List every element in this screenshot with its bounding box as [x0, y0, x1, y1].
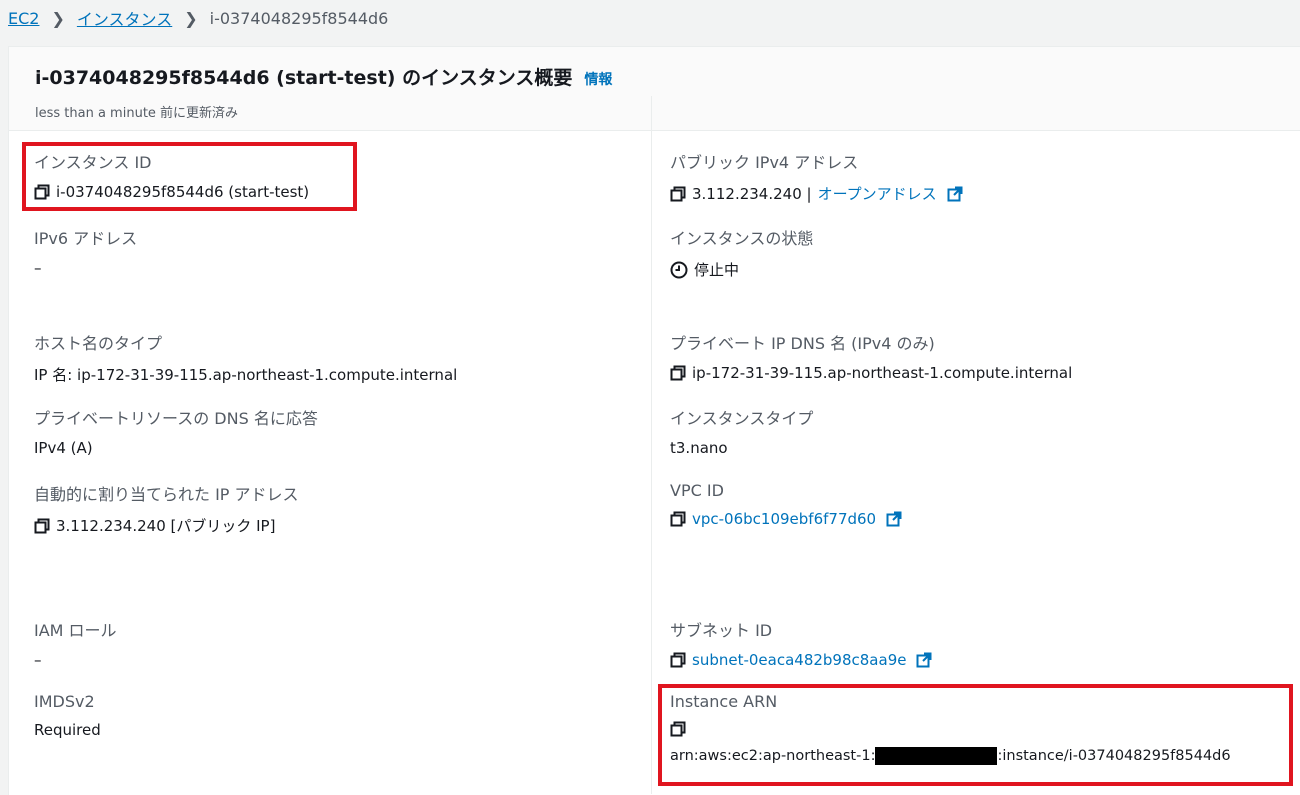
field-value-row: vpc-06bc109ebf6f77d60 [670, 510, 902, 528]
field-label: 自動的に割り当てられた IP アドレス [34, 485, 299, 504]
public-ipv4-value: 3.112.234.240 | [692, 184, 812, 203]
copy-icon[interactable] [34, 518, 50, 534]
field-label: IPv6 アドレス [34, 229, 138, 248]
breadcrumb-current: i-0374048295f8544d6 [209, 8, 389, 28]
breadcrumb-ec2-link[interactable]: EC2 [8, 9, 39, 28]
instance-state-value: 停止中 [694, 261, 740, 279]
copy-icon[interactable] [34, 184, 50, 200]
field-ipv6: IPv6 アドレス – [34, 225, 137, 277]
copy-icon[interactable] [670, 186, 686, 202]
copy-icon[interactable] [670, 721, 686, 737]
field-label: インスタンスタイプ [670, 409, 814, 428]
arn-value-row: arn:aws:ec2:ap-northeast-1: :instance/i-… [670, 747, 1231, 765]
field-label: インスタンスの状態 [670, 229, 814, 248]
field-private-dns: プライベート IP DNS 名 (IPv4 のみ) ip-172-31-39-1… [670, 330, 1072, 382]
vpc-id-link[interactable]: vpc-06bc109ebf6f77d60 [692, 510, 876, 528]
breadcrumb: EC2 ❯ インスタンス ❯ i-0374048295f8544d6 [8, 6, 388, 30]
field-value-row: subnet-0eaca482b98c8aa9e [670, 651, 932, 669]
private-dns-value: ip-172-31-39-115.ap-northeast-1.compute.… [692, 364, 1073, 382]
chevron-right-icon: ❯ [51, 8, 65, 28]
field-label: インスタンス ID [34, 153, 152, 172]
ipv6-value: – [34, 259, 42, 277]
field-label: Instance ARN [670, 692, 778, 711]
info-link[interactable]: 情報 [584, 69, 612, 89]
field-imdsv2: IMDSv2 Required [34, 692, 101, 739]
field-label: サブネット ID [670, 621, 773, 640]
field-auto-ip: 自動的に割り当てられた IP アドレス 3.112.234.240 [パブリック… [34, 481, 299, 536]
redaction-bar [875, 747, 998, 765]
copy-icon[interactable] [670, 511, 686, 527]
copy-icon[interactable] [670, 652, 686, 668]
field-vpc-id: VPC ID vpc-06bc109ebf6f77d60 [670, 481, 902, 528]
field-label: IMDSv2 [34, 692, 95, 711]
field-iam-role: IAM ロール – [34, 617, 117, 669]
private-dns-answer-value: IPv4 (A) [34, 439, 93, 457]
arn-prefix: arn:aws:ec2:ap-northeast-1: [670, 748, 876, 764]
chevron-right-icon: ❯ [184, 8, 198, 28]
arn-suffix: :instance/i-0374048295f8544d6 [997, 748, 1231, 764]
external-link-icon[interactable] [947, 186, 963, 202]
field-value-row: 3.112.234.240 [パブリック IP] [34, 515, 299, 536]
field-subnet-id: サブネット ID subnet-0eaca482b98c8aa9e [670, 617, 932, 669]
clock-icon [670, 261, 688, 278]
field-private-dns-answer: プライベートリソースの DNS 名に応答 IPv4 (A) [34, 405, 318, 457]
page-title: i-0374048295f8544d6 (start-test) のインスタンス… [35, 63, 1300, 90]
field-value-row: ip-172-31-39-115.ap-northeast-1.compute.… [670, 364, 1072, 382]
field-value-row: 3.112.234.240 | オープンアドレス [670, 183, 963, 204]
external-link-icon[interactable] [916, 652, 932, 668]
field-instance-state: インスタンスの状態 停止中 [670, 225, 813, 280]
instance-id-value: i-0374048295f8544d6 (start-test) [56, 183, 310, 201]
field-instance-id: インスタンス ID i-0374048295f8544d6 (start-tes… [34, 149, 309, 201]
field-value-row: 停止中 [670, 259, 813, 280]
field-hostname-type: ホスト名のタイプ IP 名: ip-172-31-39-115.ap-north… [34, 330, 457, 385]
imdsv2-value: Required [34, 721, 101, 739]
field-label: パブリック IPv4 アドレス [670, 153, 859, 172]
field-label: プライベート IP DNS 名 (IPv4 のみ) [670, 334, 935, 353]
iam-role-value: – [34, 651, 42, 669]
field-value-row [670, 721, 1231, 737]
field-label: プライベートリソースの DNS 名に応答 [34, 409, 318, 428]
field-public-ipv4: パブリック IPv4 アドレス 3.112.234.240 | オープンアドレス [670, 149, 963, 204]
field-label: IAM ロール [34, 621, 117, 640]
subnet-id-link[interactable]: subnet-0eaca482b98c8aa9e [692, 651, 906, 669]
page-title-text: i-0374048295f8544d6 (start-test) のインスタンス… [35, 67, 573, 89]
field-value-row: i-0374048295f8544d6 (start-test) [34, 183, 309, 201]
panel-header: i-0374048295f8544d6 (start-test) のインスタンス… [9, 47, 1300, 131]
field-instance-type: インスタンスタイプ t3.nano [670, 405, 813, 457]
hostname-type-value: IP 名: ip-172-31-39-115.ap-northeast-1.co… [34, 366, 458, 384]
external-link-icon[interactable] [886, 511, 902, 527]
open-address-link[interactable]: オープンアドレス [818, 183, 937, 204]
field-label: ホスト名のタイプ [34, 334, 163, 353]
breadcrumb-instances-link[interactable]: インスタンス [77, 6, 172, 30]
copy-icon[interactable] [670, 365, 686, 381]
column-divider [651, 96, 652, 794]
instance-type-value: t3.nano [670, 439, 728, 457]
auto-ip-value: 3.112.234.240 [パブリック IP] [56, 517, 276, 535]
field-instance-arn: Instance ARN arn:aws:ec2:ap-northeast-1:… [670, 692, 1231, 765]
field-label: VPC ID [670, 481, 724, 500]
last-updated-text: less than a minute 前に更新済み [35, 106, 239, 121]
